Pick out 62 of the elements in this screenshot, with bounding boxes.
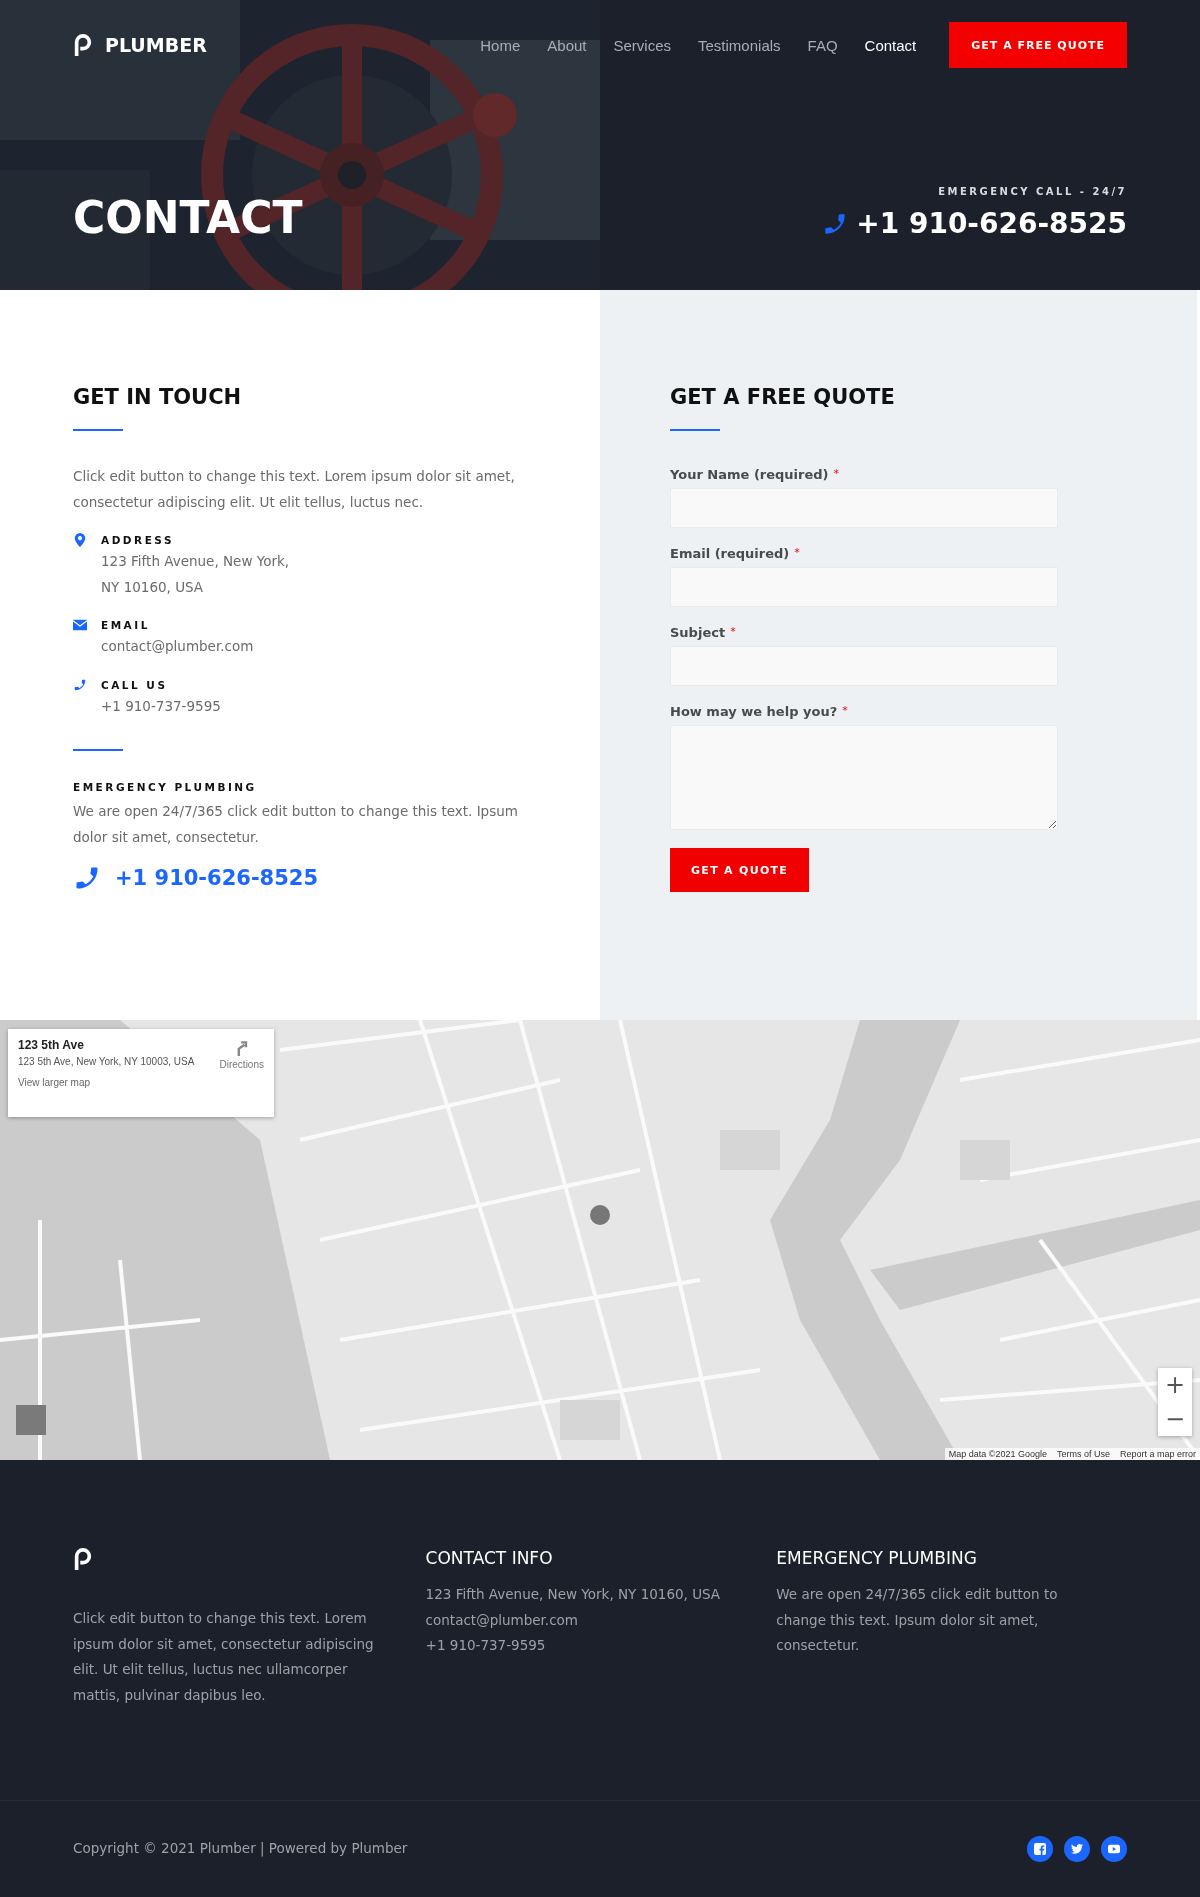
footer-text: contact@plumber.com xyxy=(425,1610,579,1630)
submit-button[interactable]: GET A QUOTE xyxy=(670,848,810,892)
zoom-out-button[interactable]: − xyxy=(1158,1402,1192,1436)
logo-text[interactable]: PLUMBER xyxy=(105,34,207,56)
emergency-title: EMERGENCY PLUMBING xyxy=(73,781,258,793)
envelope-icon xyxy=(73,618,87,632)
footer-text: Click edit button to change this text. Lorem ipsum dolor sit amet, consectetur adipiscing elit. Ut elit tellus, luctus nec ullamcorper mattis, pulvinar dapibus leo. xyxy=(73,1609,375,1705)
map-attribution[interactable]: Map data ©2021 Google xyxy=(948,1449,1047,1459)
field-label: Email (required) xyxy=(670,546,790,561)
emergency-label: EMERGENCY CALL - 24/7 xyxy=(938,186,1127,197)
required-mark: * xyxy=(730,625,736,638)
location-pin-icon xyxy=(73,533,87,547)
youtube-button[interactable] xyxy=(1101,1836,1127,1862)
info-label: ADDRESS xyxy=(101,534,174,546)
required-mark: * xyxy=(794,546,800,559)
required-mark: * xyxy=(833,467,840,480)
footer-text: +1 910-737-9595 xyxy=(425,1636,547,1655)
place-title: 123 5th Ave xyxy=(18,1038,85,1052)
emergency-text: We are open 24/7/365 click edit button to change this text. Ipsum dolor sit amet, consectetur. xyxy=(73,802,519,847)
footer-heading: EMERGENCY PLUMBING xyxy=(776,1548,978,1568)
phone-icon xyxy=(73,677,87,692)
logo-icon[interactable] xyxy=(73,34,93,56)
twitter-button[interactable] xyxy=(1064,1836,1090,1862)
copyright-text: Copyright © 2021 Plumber | Powered by Plumber xyxy=(73,1839,408,1859)
quote-button[interactable]: GET A FREE QUOTE xyxy=(949,22,1127,68)
intro-text: Click edit button to change this text. Lorem ipsum dolor sit amet, consectetur adipiscing elit. Ut elit tellus, luctus nec. xyxy=(73,467,516,512)
play-icon xyxy=(1108,1843,1120,1855)
logo-icon[interactable] xyxy=(73,1548,93,1570)
facebook-button[interactable] xyxy=(1027,1836,1053,1862)
map-attribution[interactable]: Report a map error xyxy=(1119,1449,1196,1459)
place-address: 123 5th Ave, New York, NY 10003, USA xyxy=(18,1056,196,1067)
info-label: CALL US xyxy=(101,678,168,691)
info-label: EMAIL xyxy=(101,619,150,631)
required-mark: * xyxy=(842,704,848,717)
directions-link[interactable]: Directions xyxy=(219,1038,264,1108)
bird-icon xyxy=(1071,1843,1083,1855)
nav-link[interactable]: About xyxy=(547,36,587,54)
field-label: How may we help you? xyxy=(670,704,838,719)
footer-heading: CONTACT INFO xyxy=(425,1548,554,1568)
message-field[interactable] xyxy=(670,725,1058,830)
nav-link[interactable]: Home xyxy=(480,36,521,54)
field-label: Subject xyxy=(670,625,726,640)
info-text: contact@plumber.com xyxy=(101,637,255,656)
phone-number[interactable]: +1 910-626-8525 xyxy=(115,866,319,890)
nav-link[interactable]: FAQ xyxy=(807,36,838,54)
emergency-phone[interactable]: +1 910-626-8525 xyxy=(856,207,1127,240)
footer-text: 123 Fifth Avenue, New York, NY 10160, USA xyxy=(425,1585,722,1604)
section-title: GET A FREE QUOTE xyxy=(670,385,896,409)
nav-link[interactable]: Services xyxy=(613,36,672,54)
field-label: Your Name (required) xyxy=(670,467,829,482)
info-text: +1 910-737-9595 xyxy=(101,696,222,716)
nav-link[interactable]: Testimonials xyxy=(698,36,781,54)
info-text: 123 Fifth Avenue, New York, xyxy=(101,552,291,571)
info-text: NY 10160, USA xyxy=(101,577,205,597)
facebook-icon xyxy=(1034,1843,1046,1855)
section-title: GET IN TOUCH xyxy=(73,385,243,409)
footer-text: We are open 24/7/365 click edit button to change this text. Ipsum dolor sit amet, consectetur. xyxy=(776,1585,1059,1655)
nav-link[interactable]: Contact xyxy=(864,36,917,54)
page-title: CONTACT xyxy=(73,196,303,240)
larger-map-link[interactable]: View larger map xyxy=(18,1077,214,1088)
map-attribution[interactable]: Terms of Use xyxy=(1056,1449,1110,1459)
zoom-in-button[interactable]: + xyxy=(1158,1368,1192,1402)
